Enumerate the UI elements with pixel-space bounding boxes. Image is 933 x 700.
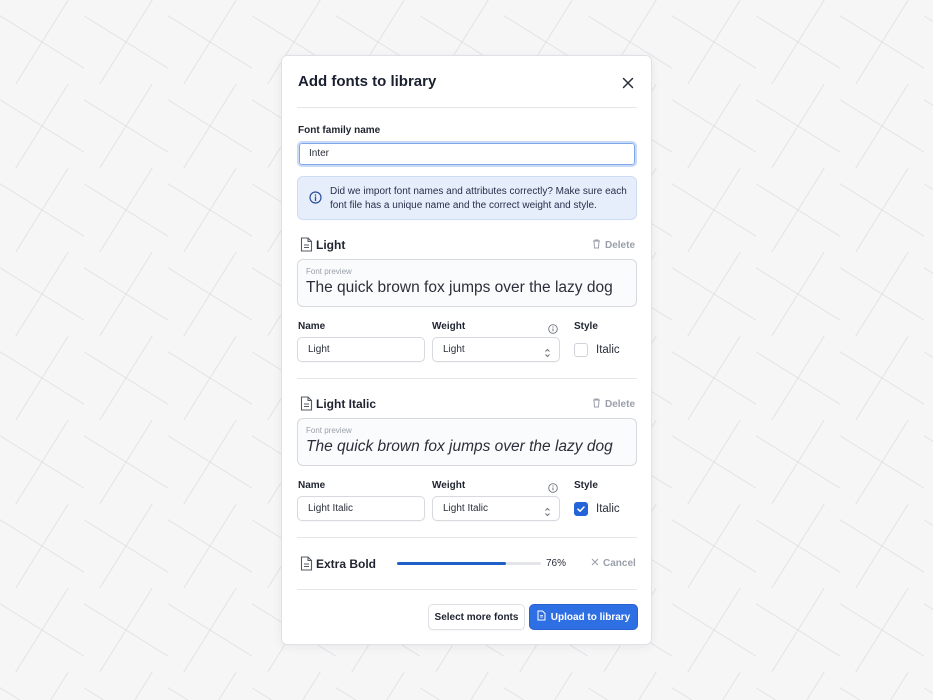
upload-file-icon (537, 610, 546, 624)
font-preview-box: Font preview The quick brown fox jumps o… (297, 418, 637, 466)
info-icon (309, 191, 322, 209)
chevron-updown-icon (544, 503, 551, 526)
weight-select-value: Light (443, 344, 465, 355)
weight-select[interactable]: Light Italic (432, 496, 560, 521)
font-item-title: Light Italic (316, 397, 376, 411)
dialog-title: Add fonts to library (298, 73, 437, 90)
font-family-input[interactable]: Inter (297, 141, 637, 167)
italic-label: Italic (596, 344, 620, 356)
uploading-font-title: Extra Bold (316, 557, 377, 571)
font-preview-box: Font preview The quick brown fox jumps o… (297, 259, 637, 307)
alert-text: Did we import font names and attributes … (330, 186, 627, 211)
weight-select[interactable]: Light (432, 337, 560, 362)
name-label: Name (298, 321, 326, 332)
close-icon[interactable] (619, 74, 637, 92)
delete-button[interactable]: Delete (592, 398, 635, 411)
trash-icon (592, 398, 601, 411)
style-label: Style (574, 480, 598, 491)
add-fonts-dialog: Add fonts to library Font family name In… (281, 55, 652, 645)
font-item-title: Light (316, 238, 346, 252)
weight-label: Weight (432, 321, 466, 332)
font-preview-text: The quick brown fox jumps over the lazy … (306, 279, 613, 296)
trash-icon (592, 239, 601, 252)
upload-progress-fill (397, 562, 507, 565)
cancel-label: Cancel (603, 558, 636, 569)
file-icon (300, 396, 313, 411)
file-icon (300, 556, 313, 571)
delete-label: Delete (605, 240, 636, 251)
upload-progress-bar (397, 562, 541, 565)
cancel-upload-button[interactable]: Cancel (591, 558, 636, 569)
select-more-label: Select more fonts (434, 611, 519, 623)
italic-checkbox[interactable] (574, 502, 588, 516)
weight-select-value: Light Italic (443, 503, 489, 514)
font-preview-text: The quick brown fox jumps over the lazy … (306, 438, 613, 455)
chevron-updown-icon (544, 344, 551, 367)
upload-progress-text: 76% (546, 558, 567, 569)
upload-to-library-button[interactable]: Upload to library (529, 604, 638, 630)
info-icon[interactable] (548, 480, 558, 493)
font-preview-label: Font preview (306, 267, 352, 276)
weight-label: Weight (432, 480, 466, 491)
info-icon[interactable] (548, 321, 558, 334)
font-preview-label: Font preview (306, 426, 352, 435)
name-input[interactable]: Light (297, 337, 425, 362)
italic-checkbox[interactable] (574, 343, 588, 357)
delete-button[interactable]: Delete (592, 239, 635, 252)
upload-label: Upload to library (550, 611, 631, 623)
section-divider (297, 537, 637, 538)
header-divider (297, 107, 637, 108)
file-icon (300, 237, 313, 252)
section-divider (297, 378, 637, 379)
delete-label: Delete (605, 399, 636, 410)
style-label: Style (574, 321, 598, 332)
italic-label: Italic (596, 503, 620, 515)
font-family-label: Font family name (298, 125, 381, 136)
name-input[interactable]: Light Italic (297, 496, 425, 521)
footer-divider (297, 589, 637, 590)
x-icon (591, 558, 599, 569)
info-alert: Did we import font names and attributes … (297, 176, 637, 220)
name-label: Name (298, 480, 326, 491)
select-more-fonts-button[interactable]: Select more fonts (428, 604, 525, 630)
